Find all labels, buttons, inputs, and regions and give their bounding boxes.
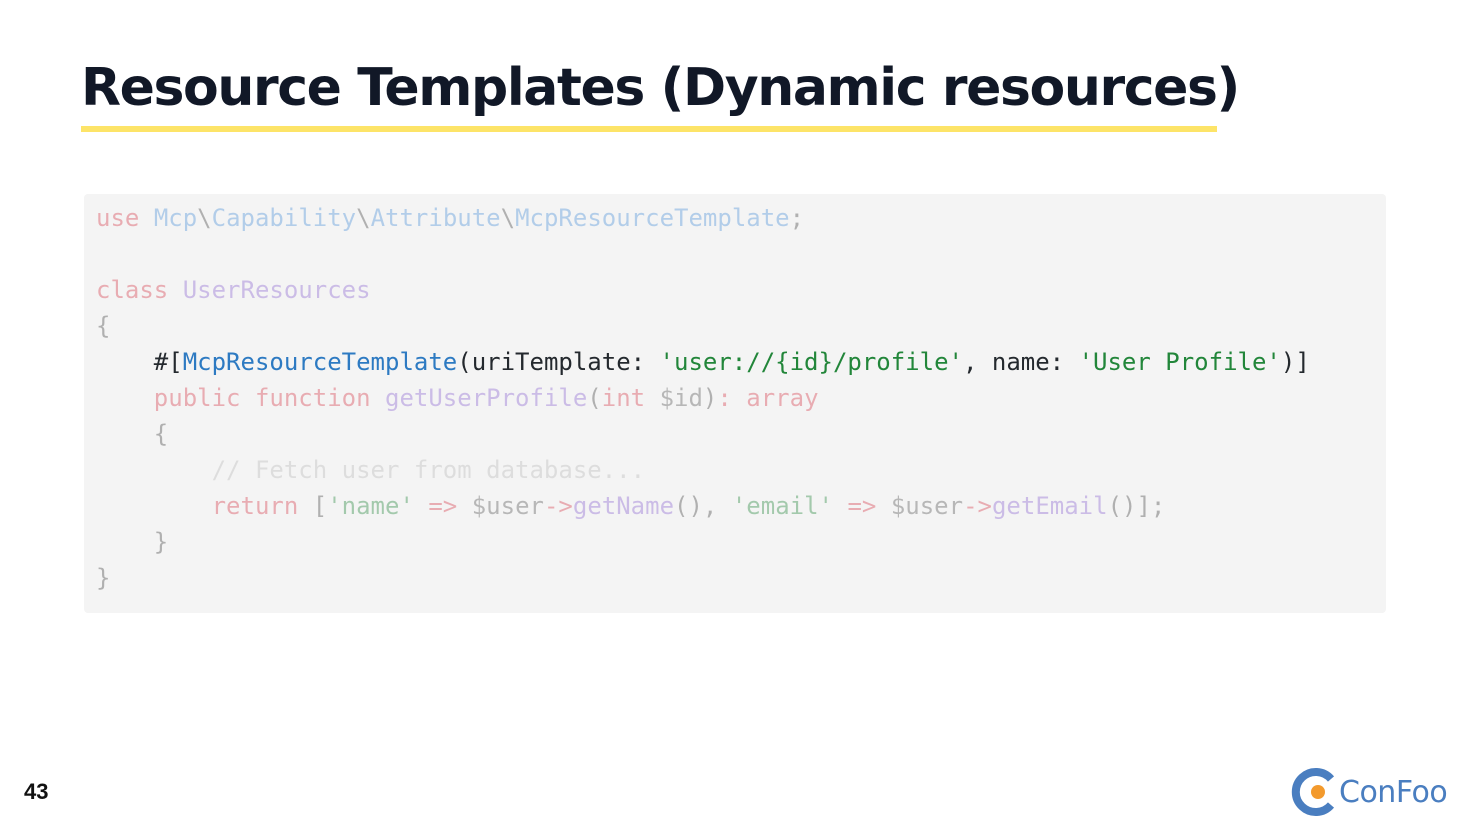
code-line: class UserResources	[96, 276, 371, 304]
code-line: return ['name' => $user->getName(), 'ema…	[211, 492, 1166, 520]
code-line: {	[96, 312, 111, 340]
code-line: use Mcp\Capability\Attribute\McpResource…	[96, 204, 805, 232]
confoo-logo-icon	[1291, 768, 1335, 816]
code-line: public function getUserProfile(int $id):…	[153, 384, 819, 412]
code-line: // Fetch user from database...	[211, 456, 646, 484]
code-line-highlighted: #[McpResourceTemplate(uriTemplate: 'user…	[96, 348, 1310, 376]
code-line: }	[96, 564, 111, 592]
confoo-logo: ConFoo	[1287, 766, 1452, 818]
slide-title: Resource Templates (Dynamic resources)	[81, 58, 1240, 118]
logo-text: ConFoo	[1339, 774, 1448, 810]
code-line: }	[153, 528, 169, 556]
title-underline	[81, 126, 1217, 132]
page-number: 43	[24, 779, 49, 804]
code-block: use Mcp\Capability\Attribute\McpResource…	[84, 194, 1386, 613]
code-line: {	[153, 420, 169, 448]
